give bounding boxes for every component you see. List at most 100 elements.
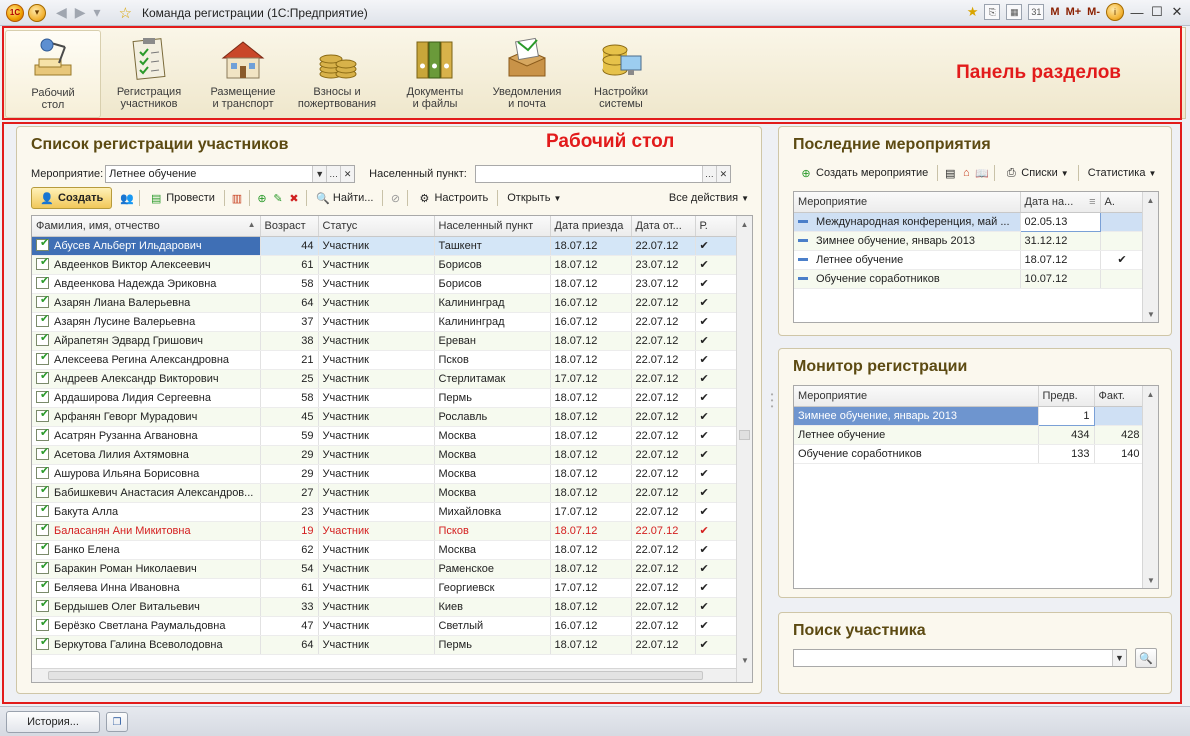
table-row[interactable]: Зимнее обучение, январь 2013 1 (794, 405, 1145, 426)
section-donations[interactable]: Взносы и пожертвования (289, 30, 385, 118)
post-button[interactable]: ▤ Провести (145, 188, 219, 208)
table-row[interactable]: Авдеенков Виктор Алексеевич 61УчастникБор… (32, 255, 739, 275)
clear-x-icon[interactable]: ✕ (340, 166, 355, 182)
table-row[interactable]: Азарян Лиана Валерьевна 64УчастникКалинин… (32, 293, 739, 313)
cancel-search-icon[interactable]: ⊘ (388, 191, 402, 205)
app-logo-icon[interactable]: 1С (6, 3, 24, 22)
table-row[interactable]: Баласанян Ани Микитовна 19УчастникПсков18… (32, 521, 739, 541)
table-row[interactable]: Алексеева Регина Александровна 21Участник… (32, 350, 739, 370)
table-row[interactable]: Обучение соработников 10.07.12 (794, 269, 1145, 289)
table-row[interactable]: Ардаширова Лидия Сергеевна 58УчастникПерм… (32, 388, 739, 408)
nav-arrows-icon[interactable]: ◀▶▾ (56, 4, 109, 21)
column-header-status[interactable]: Статус (318, 216, 435, 237)
calendar-icon[interactable]: 31 (1028, 4, 1045, 20)
unpost-icon[interactable]: ▥ (230, 191, 244, 205)
table-horizontal-scrollbar[interactable] (32, 668, 736, 682)
column-header-event[interactable]: Мероприятие (794, 192, 1021, 213)
mem-mminus-button[interactable]: M- (1087, 6, 1100, 18)
calculator-icon[interactable]: ▦ (1006, 4, 1023, 20)
table-row[interactable]: Банко Елена 62УчастникМосква18.07.1222.07… (32, 540, 739, 560)
lists-menu-button[interactable]: ⎙ Списки ▼ (1000, 163, 1072, 183)
filter-icon[interactable]: ≡ (1089, 196, 1095, 208)
scroll-up-icon[interactable]: ▲ (1143, 192, 1158, 208)
table-row[interactable]: Беркутова Галина Всеволодовна 64УчастникП… (32, 635, 739, 655)
info-icon[interactable]: i (1106, 3, 1124, 21)
mem-mplus-button[interactable]: M+ (1066, 6, 1082, 18)
table-row[interactable]: Берёзко Светлана Раумальдовна 47УчастникС… (32, 616, 739, 636)
participants-table[interactable]: Фамилия, имя, отчество ▲ Возраст Статус Н… (31, 215, 753, 683)
table-row[interactable]: Абусев Альберт Ильдарович 44УчастникТашке… (32, 236, 739, 256)
recent-events-table[interactable]: Мероприятие Дата на... ≡ А. Международная… (793, 191, 1159, 323)
column-header-preliminary[interactable]: Предв. (1038, 386, 1095, 407)
table-row[interactable]: Асетова Лилия Ахтямовна 29УчастникМосква1… (32, 445, 739, 465)
table-row[interactable]: Баракин Роман Николаевич 54УчастникРаменс… (32, 559, 739, 579)
column-header-a[interactable]: А. (1100, 192, 1145, 213)
city-filter-field[interactable]: … ✕ (474, 165, 731, 183)
table-row[interactable]: Авдеенкова Надежда Эриковна 58УчастникБор… (32, 274, 739, 294)
table-vertical-scrollbar[interactable]: ▲ ▼ (736, 216, 752, 682)
scroll-up-icon[interactable]: ▲ (1143, 386, 1158, 402)
section-documents[interactable]: Документы и файлы (387, 30, 483, 118)
scroll-down-icon[interactable]: ▼ (737, 652, 752, 668)
panel-splitter[interactable]: • • • (769, 391, 775, 422)
scroll-down-icon[interactable]: ▼ (1143, 572, 1158, 588)
table-row[interactable]: Бердышев Олег Витальевич 33УчастникКиев18… (32, 597, 739, 617)
table-row[interactable]: Бабишкевич Анастасия Александров... 27Уча… (32, 483, 739, 503)
section-desktop[interactable]: Рабочий стол (5, 30, 101, 118)
monitor-table[interactable]: Мероприятие Предв. Факт. Зимнее обучение… (793, 385, 1159, 589)
table-row[interactable]: Обучение соработников 133 140 (794, 444, 1145, 464)
delete-icon[interactable]: ✖ (287, 191, 301, 205)
customize-button[interactable]: ⚙ Настроить (413, 188, 492, 208)
events-scrollbar[interactable]: ▲ ▼ (1142, 192, 1158, 322)
column-header-r[interactable]: Р. (695, 216, 739, 237)
create-event-button[interactable]: ⊕ Создать мероприятие (795, 163, 932, 183)
clear-x-icon[interactable]: ✕ (715, 166, 730, 182)
add-favorite-icon[interactable]: ★ (967, 4, 979, 20)
scroll-thumb[interactable] (739, 430, 750, 440)
dropdown-arrow-icon[interactable]: ▼ (1112, 650, 1126, 666)
table-row[interactable]: Летнее обучение 434 428 (794, 425, 1145, 445)
history-button[interactable]: История... (6, 711, 100, 733)
table-row[interactable]: Арфанян Геворг Мурадович 45УчастникРослав… (32, 407, 739, 427)
report-icon[interactable]: ▤ (943, 166, 957, 180)
book-icon[interactable]: 📖 (975, 166, 989, 180)
dropdown-arrow-icon[interactable]: ▼ (312, 166, 327, 182)
table-row[interactable]: Зимнее обучение, январь 2013 31.12.12 (794, 231, 1145, 251)
open-menu-button[interactable]: Открыть ▼ (503, 188, 565, 208)
add-copy-icon[interactable]: ⊕ (255, 191, 269, 205)
maximize-icon[interactable]: ☐ (1150, 4, 1164, 20)
main-menu-icon[interactable]: ▾ (28, 3, 46, 22)
table-row[interactable]: Международная конференция, май ... 02.05.… (794, 211, 1145, 232)
column-header-name[interactable]: Фамилия, имя, отчество ▲ (32, 216, 261, 237)
scroll-down-icon[interactable]: ▼ (1143, 306, 1158, 322)
search-button[interactable]: 🔍 (1135, 648, 1157, 668)
table-row[interactable]: Летнее обучение 18.07.12 ✔ (794, 250, 1145, 270)
section-accommodation[interactable]: Размещение и транспорт (195, 30, 291, 118)
mem-m-button[interactable]: M (1050, 6, 1059, 18)
create-button[interactable]: 👤 Создать (31, 187, 113, 209)
table-row[interactable]: Беляева Инна Ивановна 61УчастникГеоргиевс… (32, 578, 739, 598)
column-header-arrival[interactable]: Дата приезда (550, 216, 632, 237)
close-icon[interactable]: ✕ (1170, 4, 1184, 20)
statistics-menu-button[interactable]: Статистика ▼ (1084, 163, 1161, 183)
minimize-icon[interactable]: — (1130, 5, 1144, 20)
participant-search-input[interactable]: ▼ (793, 649, 1127, 667)
person-copy-icon[interactable]: 👥 (120, 191, 134, 205)
windows-switch-icon[interactable]: ❐ (106, 712, 128, 732)
edit-pencil-icon[interactable]: ✎ (271, 191, 285, 205)
select-ellipsis-icon[interactable]: … (326, 166, 341, 182)
column-header-age[interactable]: Возраст (260, 216, 319, 237)
column-header-event[interactable]: Мероприятие (794, 386, 1039, 407)
favorites-star-icon[interactable]: ☆ (119, 4, 132, 22)
table-row[interactable]: Андреев Александр Викторович 25УчастникСт… (32, 369, 739, 389)
column-header-city[interactable]: Населенный пункт (434, 216, 551, 237)
select-ellipsis-icon[interactable]: … (701, 166, 716, 182)
table-row[interactable]: Айрапетян Эдвард Гришович 38УчастникЕрева… (32, 331, 739, 351)
table-row[interactable]: Бакута Алла 23УчастникМихайловка17.07.122… (32, 502, 739, 522)
table-row[interactable]: Асатрян Рузанна Агвановна 59УчастникМоскв… (32, 426, 739, 446)
column-header-actual[interactable]: Факт. (1094, 386, 1145, 407)
scroll-up-icon[interactable]: ▲ (737, 216, 752, 232)
monitor-scrollbar[interactable]: ▲ ▼ (1142, 386, 1158, 588)
table-row[interactable]: Азарян Лусине Валерьевна 37УчастникКалини… (32, 312, 739, 332)
event-filter-field[interactable]: Летнее обучение ▼ … ✕ (105, 165, 356, 183)
